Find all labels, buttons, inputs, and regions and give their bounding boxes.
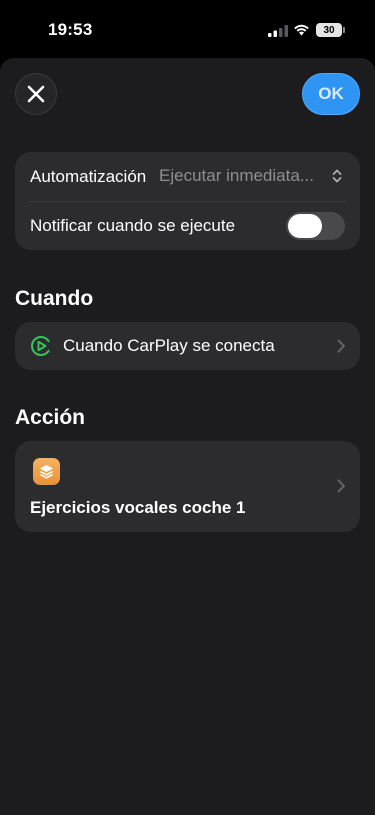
stacked-layers-icon [40,465,53,479]
notify-label: Notificar cuando se ejecute [30,216,236,235]
close-button[interactable] [15,73,57,115]
status-bar: 19:53 30 [0,0,375,58]
chevron-right-icon [337,339,345,353]
notify-toggle[interactable] [286,212,345,240]
status-time: 19:53 [48,20,93,39]
battery-level: 30 [323,24,335,36]
cellular-signal-icon [268,25,288,37]
shortcut-name: Ejercicios vocales coche 1 [30,498,246,517]
trigger-label: Cuando CarPlay se conecta [63,336,275,355]
xmark-icon [27,85,45,103]
action-section-title: Acción [15,406,86,429]
action-card[interactable]: Ejercicios vocales coche 1 [15,441,360,532]
automation-label: Automatización [30,167,147,186]
automation-row[interactable]: Automatización Ejecutar inmediata... [15,152,360,200]
battery-icon: 30 [316,23,345,37]
chevron-up-down-icon [332,169,342,183]
settings-card: Automatización Ejecutar inmediata... Not… [15,152,360,250]
carplay-icon [31,336,50,356]
toggle-knob [288,214,322,238]
trigger-row[interactable]: Cuando CarPlay se conecta [15,322,360,370]
chevron-right-icon [337,479,345,493]
automation-sheet: OK Automatización Ejecutar inmediata... … [0,58,375,815]
automation-value: Ejecutar inmediata... [159,166,314,185]
when-section-title: Cuando [15,287,94,310]
wifi-icon [294,24,309,36]
ok-button[interactable]: OK [302,73,360,115]
notify-row: Notificar cuando se ejecute [15,202,360,250]
shortcuts-icon [33,458,60,485]
